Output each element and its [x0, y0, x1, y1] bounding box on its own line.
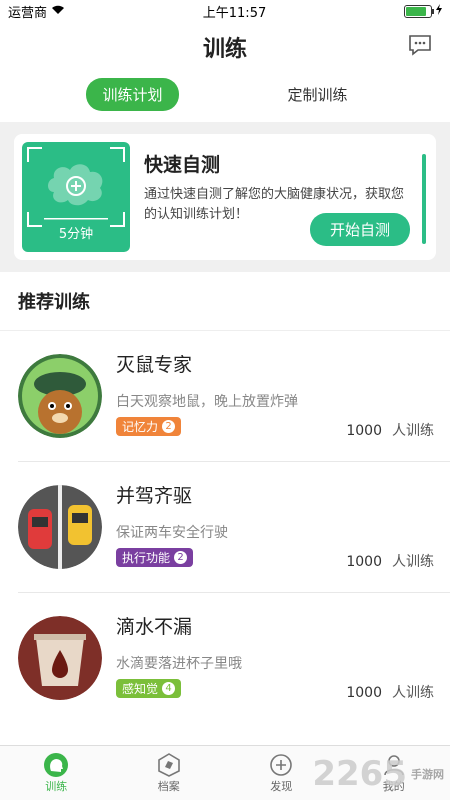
trainee-count-value: 1000 — [346, 554, 382, 570]
game-name: 并驾齐驱 — [116, 485, 193, 507]
quick-test-card[interactable]: 5分钟 快速自测 通过快速自测了解您的大脑健康状况，获取您的认知训练计划！ 开始… — [14, 134, 436, 260]
section-title-recommended: 推荐训练 — [0, 272, 450, 331]
nav-training-label: 训练 — [45, 780, 68, 793]
list-item[interactable]: 滴水不漏 水滴要落进杯子里哦 感知觉 4 1000 人训练 — [18, 593, 450, 723]
discover-icon — [270, 754, 293, 776]
trainee-count-unit: 人训练 — [392, 685, 434, 701]
charging-icon — [435, 3, 442, 19]
nav-discover-label: 发现 — [270, 780, 293, 793]
skill-tag: 执行功能 2 — [116, 548, 194, 567]
game-name: 滴水不漏 — [116, 616, 193, 638]
card-scroll-indicator — [422, 154, 426, 244]
trainee-count-unit: 人训练 — [392, 423, 434, 439]
start-test-button[interactable]: 开始自测 — [309, 213, 410, 246]
game-description: 水滴要落进杯子里哦 — [116, 656, 242, 672]
skill-tag: 感知觉 4 — [116, 679, 182, 698]
wifi-icon — [51, 4, 65, 19]
game-thumbnail — [18, 616, 102, 700]
skill-tag-label: 执行功能 — [122, 551, 171, 565]
trainee-count-value: 1000 — [346, 423, 382, 439]
watermark: 2265 手游网 — [312, 754, 444, 794]
brain-thumbnail: 5分钟 — [22, 142, 130, 252]
status-bar: 运营商 上午11:57 — [0, 0, 450, 22]
battery-icon — [403, 4, 434, 18]
tab-custom-training[interactable]: 定制训练 — [271, 78, 363, 111]
archive-icon — [157, 753, 180, 777]
watermark-text: 2265 — [312, 754, 407, 794]
trainee-count-unit: 人训练 — [392, 554, 434, 570]
skill-tag: 记忆力 2 — [116, 417, 182, 436]
item-content: 滴水不漏 水滴要落进杯子里哦 感知觉 4 1000 人训练 — [102, 608, 450, 708]
status-time: 上午11:57 — [202, 5, 267, 21]
trainee-count: 1000 人训练 — [346, 551, 434, 571]
carrier-label: 运营商 — [8, 5, 48, 21]
quick-test-info: 快速自测 通过快速自测了解您的大脑健康状况，获取您的认知训练计划！ 开始自测 — [130, 142, 428, 252]
nav-discover[interactable]: 发现 — [268, 752, 294, 794]
trainee-count: 1000 人训练 — [346, 420, 434, 440]
test-duration: 5分钟 — [58, 227, 94, 242]
list-item[interactable]: 灭鼠专家 白天观察地鼠，晚上放置炸弹 记忆力 2 1000 人训练 — [18, 331, 450, 462]
skill-tag-label: 感知觉 — [122, 682, 159, 696]
nav-bar: 训练 — [0, 22, 450, 72]
game-description: 保证两车安全行驶 — [116, 525, 228, 541]
item-content: 并驾齐驱 保证两车安全行驶 执行功能 2 1000 人训练 — [102, 477, 450, 577]
nav-archive[interactable]: 档案 — [156, 752, 182, 794]
quick-test-section: 5分钟 快速自测 通过快速自测了解您的大脑健康状况，获取您的认知训练计划！ 开始… — [0, 122, 450, 272]
skill-level-badge: 4 — [162, 682, 176, 695]
nav-archive-label: 档案 — [157, 780, 180, 793]
item-content: 灭鼠专家 白天观察地鼠，晚上放置炸弹 记忆力 2 1000 人训练 — [102, 346, 450, 446]
quick-test-title: 快速自测 — [144, 154, 221, 176]
skill-level-badge: 2 — [174, 551, 188, 564]
message-icon[interactable] — [408, 34, 432, 60]
trainee-count: 1000 人训练 — [346, 682, 434, 702]
list-item[interactable]: 并驾齐驱 保证两车安全行驶 执行功能 2 1000 人训练 — [18, 462, 450, 593]
tab-training-plan[interactable]: 训练计划 — [86, 77, 179, 111]
game-thumbnail — [18, 354, 102, 438]
game-thumbnail — [18, 485, 102, 569]
tab-bar: 训练计划 定制训练 — [0, 72, 450, 116]
trainee-count-value: 1000 — [346, 685, 382, 701]
game-name: 灭鼠专家 — [116, 354, 193, 376]
skill-tag-label: 记忆力 — [122, 420, 159, 434]
head-icon — [44, 753, 69, 777]
page-title: 训练 — [202, 37, 247, 62]
recommend-list: 灭鼠专家 白天观察地鼠，晚上放置炸弹 记忆力 2 1000 人训练 并驾齐驱 保… — [0, 331, 450, 723]
watermark-subtext: 手游网 — [411, 768, 444, 781]
skill-level-badge: 2 — [162, 420, 176, 433]
nav-training[interactable]: 训练 — [43, 752, 69, 794]
game-description: 白天观察地鼠，晚上放置炸弹 — [116, 394, 298, 410]
